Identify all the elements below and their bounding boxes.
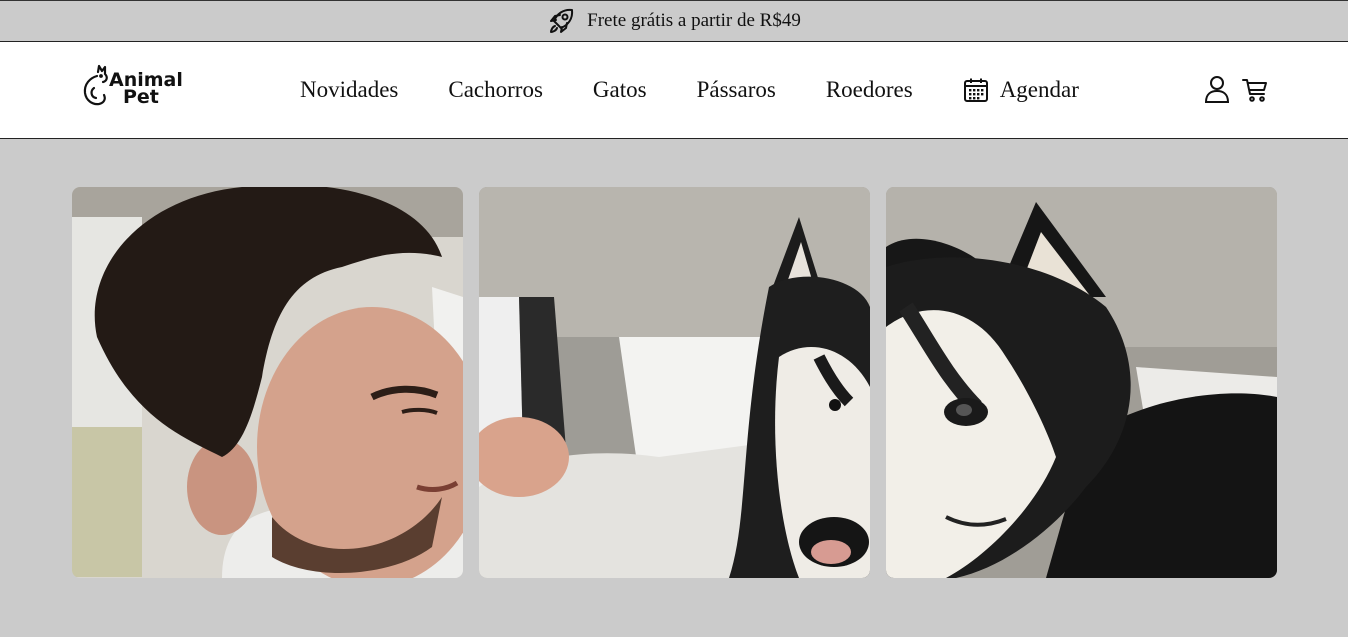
nav-item-agendar-label: Agendar [999,77,1079,102]
nav-item-gatos[interactable]: Gatos [593,77,647,103]
husky-closeup-photo[interactable] [886,187,1277,578]
man-and-husky-photo[interactable] [479,187,870,578]
cart-icon[interactable] [1242,75,1268,103]
header-actions [1204,75,1268,103]
announcement-bar: Frete grátis a partir de R$49 [0,0,1348,42]
main-nav: Novidades Cachorros Gatos Pássaros Roedo… [300,72,1079,108]
user-icon[interactable] [1204,75,1230,103]
nav-item-novidades[interactable]: Novidades [300,77,398,103]
site-header: Animal Pet Novidades Cachorros Gatos Pás… [0,42,1348,139]
brand-wordmark: Animal Pet [109,71,183,108]
nav-item-agendar[interactable]: Agendar [963,77,1079,103]
nav-item-passaros[interactable]: Pássaros [697,77,776,103]
photo-gallery [72,187,1277,578]
rocket-icon [547,6,577,36]
nav-item-roedores[interactable]: Roedores [826,77,913,103]
announcement-text: Frete grátis a partir de R$49 [587,10,801,31]
nav-item-cachorros[interactable]: Cachorros [448,77,543,103]
man-in-car-photo[interactable] [72,187,463,578]
brand-logo[interactable]: Animal Pet [80,62,190,112]
brand-line2: Pet [123,86,159,108]
calendar-icon [963,78,988,102]
